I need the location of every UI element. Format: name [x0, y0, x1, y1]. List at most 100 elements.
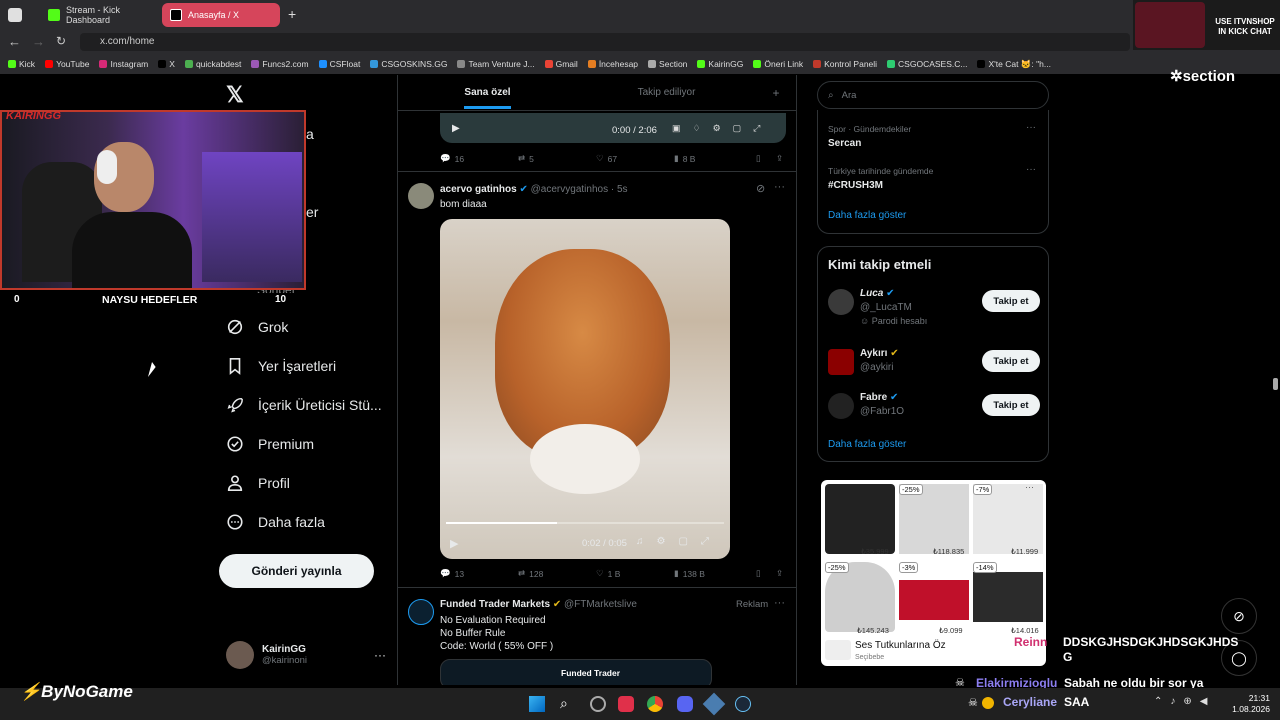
bookmark-button[interactable]: ▯	[756, 568, 776, 579]
more-icon[interactable]: ···	[374, 648, 386, 662]
play-icon[interactable]: ▶	[452, 123, 460, 134]
new-tab-icon[interactable]: +	[288, 6, 296, 22]
nav-bookmarks[interactable]: Yer İşaretleri	[226, 357, 336, 375]
nav-more[interactable]: Daha fazla	[226, 513, 325, 531]
trend-item[interactable]: Türkiye tarihinde gündemde #CRUSH3M	[828, 166, 933, 191]
avatar[interactable]	[828, 349, 854, 375]
reply-button[interactable]: 💬 13	[440, 568, 518, 579]
tab-for-you[interactable]: Sana özel	[398, 75, 577, 110]
repost-button[interactable]: ⇄ 128	[518, 568, 596, 579]
follow-button[interactable]: Takip et	[982, 394, 1040, 416]
search-icon[interactable]: ⌕	[560, 695, 568, 712]
bookmark-item[interactable]: X	[158, 59, 175, 69]
tab-x-home[interactable]: Anasayfa / X	[162, 3, 280, 27]
views-button[interactable]: ▮ 8 B	[674, 153, 756, 164]
ad-card[interactable]: Funded Trader	[440, 659, 712, 685]
share-button[interactable]: ⇪	[776, 153, 783, 164]
bookmark-item[interactable]: Section	[648, 59, 687, 69]
follow-button[interactable]: Takip et	[982, 290, 1040, 312]
author-name[interactable]: acervo gatinhos	[440, 184, 517, 195]
avatar[interactable]	[408, 183, 434, 209]
tab-kick-dashboard[interactable]: Stream - Kick Dashboard	[40, 3, 158, 27]
bookmark-item[interactable]: Gmail	[544, 59, 578, 69]
bookmark-item[interactable]: quickabdest	[184, 59, 241, 69]
bookmark-item[interactable]: CSGOCASES.C...	[887, 59, 967, 69]
windows-start-icon[interactable]	[529, 696, 545, 712]
author-handle[interactable]: @FTMarketslive	[564, 599, 637, 610]
steam-app-icon[interactable]	[590, 696, 606, 712]
more-icon[interactable]: ···	[1026, 122, 1036, 133]
more-icon[interactable]: ···	[1025, 482, 1034, 492]
post-button[interactable]: Gönderi yayınla	[219, 554, 374, 588]
suggestion-item[interactable]: Aykırı ✔ @aykiri	[860, 348, 899, 373]
share-button[interactable]: ⇪	[776, 568, 783, 579]
tray-icons[interactable]: ⌃♪⊕◀	[1154, 696, 1215, 707]
avatar[interactable]	[408, 599, 434, 625]
clock[interactable]: 21:31 1.08.2026	[1230, 693, 1270, 715]
top-video[interactable]: ▶ 0:00 / 2:06 ▣♢⚙▢⤢	[440, 113, 786, 143]
bookmark-item[interactable]: Instagram	[99, 59, 148, 69]
forward-icon[interactable]: →	[32, 34, 45, 49]
scrollbar-thumb[interactable]	[1273, 378, 1278, 390]
author-handle[interactable]: @acervygatinhos	[531, 184, 608, 195]
back-icon[interactable]: ←	[8, 34, 21, 49]
browser-menu-icon[interactable]	[8, 8, 22, 22]
x-logo-icon[interactable]: 𝕏	[226, 82, 244, 108]
bookmark-item[interactable]: Kontrol Paneli	[813, 59, 877, 69]
more-icon[interactable]: ···	[774, 597, 785, 609]
reload-icon[interactable]: ↻	[56, 34, 66, 48]
bookmark-item[interactable]: CSGOSKINS.GG	[370, 59, 447, 69]
discord-icon[interactable]	[677, 696, 693, 712]
trend-item[interactable]: Spor · Gündemdekiler Sercan	[828, 124, 911, 149]
nav-profile[interactable]: Profil	[226, 474, 290, 492]
app-icon[interactable]	[702, 692, 726, 716]
video-controls-icons[interactable]: ▣♢⚙▢⤢	[672, 123, 772, 134]
like-button[interactable]: ♡ 1 B	[596, 568, 674, 579]
shop-ad-panel[interactable]: -25% -7% -25% -3% -14% ₺35.999 ₺118.835 …	[821, 480, 1046, 666]
bookmark-button[interactable]: ▯	[756, 153, 776, 164]
bookmark-item[interactable]: X'te Cat 🐱: "h...	[977, 59, 1051, 70]
suggestion-item[interactable]: Luca ✔ @_LucaTM ☺ Parodi hesabı	[860, 288, 927, 326]
add-tab-icon[interactable]: +	[756, 75, 796, 110]
follow-button[interactable]: Takip et	[982, 350, 1040, 372]
bookmark-item[interactable]: Funcs2.com	[251, 59, 309, 69]
who-show-more-link[interactable]: Daha fazla göster	[828, 439, 906, 450]
bookmark-item[interactable]: İncehesap	[587, 59, 638, 69]
steam-icon[interactable]	[735, 696, 751, 712]
nav-creator-studio[interactable]: İçerik Üreticisi Stü...	[226, 396, 382, 414]
bookmark-item[interactable]: Team Venture J...	[457, 59, 535, 69]
nav-premium[interactable]: Premium	[226, 435, 314, 453]
like-button[interactable]: ♡ 67	[596, 153, 674, 164]
repost-button[interactable]: ⇄ 5	[518, 153, 596, 164]
bookmark-item[interactable]: Kick	[8, 59, 35, 69]
avatar	[226, 641, 254, 669]
more-icon[interactable]: ···	[774, 181, 785, 193]
bookmark-item[interactable]: CSFloat	[318, 59, 360, 69]
video-progress-track[interactable]	[446, 522, 724, 524]
bookmark-item[interactable]: KairinGG	[697, 59, 743, 69]
account-switcher[interactable]: KairinGG @kairinoni ···	[226, 638, 386, 672]
search-input[interactable]: ⌕ Ara	[817, 81, 1049, 109]
nav-grok[interactable]: Grok	[226, 318, 288, 336]
author-name[interactable]: Funded Trader Markets	[440, 599, 550, 610]
avatar[interactable]	[828, 393, 854, 419]
bookmark-item[interactable]: YouTube	[45, 59, 89, 69]
avatar[interactable]	[828, 289, 854, 315]
grok-float-button[interactable]: ⊘	[1221, 598, 1257, 634]
chrome-icon[interactable]	[647, 696, 663, 712]
tab-following[interactable]: Takip ediliyor	[577, 75, 756, 110]
grok-icon[interactable]: ⊘	[756, 182, 765, 195]
trends-show-more-link[interactable]: Daha fazla göster	[828, 210, 906, 221]
video-controls-icons[interactable]: ♫⚙▢⤢	[636, 536, 722, 547]
url-input[interactable]: x.com/home	[80, 33, 1130, 51]
suggestion-item[interactable]: Fabre ✔ @Fabr1O	[860, 392, 904, 417]
play-icon[interactable]: ▶	[450, 537, 458, 550]
reply-button[interactable]: 💬 16	[440, 153, 518, 164]
views-button[interactable]: ▮ 138 B	[674, 568, 756, 579]
bookmark-item[interactable]: Öneri Link	[753, 59, 803, 69]
post-video[interactable]: ▶ 0:02 / 0:05 ♫⚙▢⤢	[440, 219, 730, 559]
more-icon[interactable]: ···	[1026, 164, 1036, 175]
bookmark-favicon-icon	[544, 60, 553, 68]
post-time[interactable]: 5s	[617, 184, 628, 195]
vivaldi-icon[interactable]	[618, 696, 634, 712]
